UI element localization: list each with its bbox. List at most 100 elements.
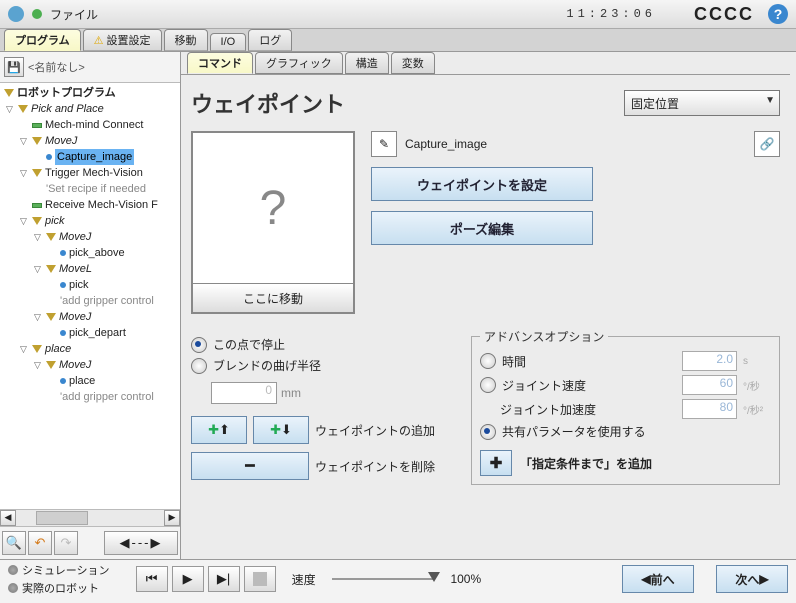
tree-movej-4: MoveJ — [46, 357, 180, 373]
real-dot-icon — [8, 583, 18, 593]
plus-down-icon: ✚ — [270, 422, 281, 438]
tab-io[interactable]: I/O — [210, 33, 247, 51]
plus-icon: ✚ — [490, 454, 503, 472]
move-icon — [32, 137, 42, 145]
file-menu[interactable]: ファイル — [50, 6, 98, 23]
tree-hscrollbar[interactable]: ◀ ▶ — [0, 509, 180, 526]
stop-here-label: この点で停止 — [213, 336, 285, 353]
time-unit: s — [743, 356, 771, 367]
primary-tab-row: プログラム ⚠設置設定 移動 I/O ログ — [0, 29, 796, 52]
shared-params-label: 共有パラメータを使用する — [502, 423, 771, 440]
tab-log[interactable]: ログ — [248, 29, 292, 51]
link-icon: 🔗 — [760, 137, 775, 151]
undo-button[interactable]: ↶ — [28, 531, 52, 555]
position-type-value: 固定位置 — [631, 95, 679, 112]
add-until-button[interactable]: ✚ — [480, 450, 512, 476]
help-icon[interactable]: ? — [768, 4, 788, 24]
waypoint-icon — [46, 154, 52, 160]
waypoint-icon — [60, 330, 66, 336]
delete-waypoint-button[interactable]: ━ — [191, 452, 309, 480]
scroll-right-icon[interactable]: ▶ — [164, 510, 180, 526]
joint-speed-unit: °/秒 — [743, 378, 771, 393]
blend-radius-radio[interactable] — [191, 358, 207, 374]
shared-params-radio[interactable] — [480, 424, 496, 440]
scroll-left-icon[interactable]: ◀ — [0, 510, 16, 526]
tree-capture-image: Capture_image — [46, 149, 180, 165]
stop-button[interactable] — [244, 566, 276, 592]
add-waypoint-before-button[interactable]: ✚⬆ — [191, 416, 247, 444]
reorder-button[interactable]: ◀---▶ — [104, 531, 178, 555]
program-icon — [4, 89, 14, 97]
joint-speed-input[interactable]: 60 — [682, 375, 737, 395]
link-button[interactable]: 🔗 — [754, 131, 780, 157]
tree-set-recipe: 'Set recipe if needed — [46, 181, 180, 197]
move-here-button[interactable]: ここに移動 — [193, 283, 353, 312]
rename-button[interactable]: ✎ — [371, 131, 397, 157]
tree-grip2: 'add gripper control — [60, 389, 180, 405]
subtab-command[interactable]: コマンド — [187, 52, 253, 74]
tree-grip1: 'add gripper control — [60, 293, 180, 309]
tree-toolbar: 🔍 ↶ ↷ ◀---▶ — [0, 526, 180, 559]
tab-program[interactable]: プログラム — [4, 29, 81, 51]
tab-installation[interactable]: ⚠設置設定 — [83, 29, 162, 51]
step-icon — [32, 203, 42, 208]
scroll-thumb[interactable] — [36, 511, 88, 525]
waypoint-preview: ? ここに移動 — [191, 131, 355, 314]
joint-speed-radio[interactable] — [480, 377, 496, 393]
time-radio[interactable] — [480, 353, 496, 369]
set-waypoint-button[interactable]: ウェイポイントを設定 — [371, 167, 593, 201]
prev-button[interactable]: ◀ 前へ — [622, 565, 694, 593]
speed-value: 100% — [450, 572, 481, 586]
edit-pose-button[interactable]: ポーズ編集 — [371, 211, 593, 245]
step-button[interactable]: ▶| — [208, 566, 240, 592]
advanced-legend: アドバンスオプション — [480, 328, 608, 345]
waypoint-icon — [60, 250, 66, 256]
search-button[interactable]: 🔍 — [2, 531, 26, 555]
subtab-graphics[interactable]: グラフィック — [255, 52, 343, 74]
waypoint-icon — [60, 378, 66, 384]
step-icon: ▶| — [217, 571, 230, 587]
plus-up-icon: ✚ — [208, 422, 219, 438]
real-robot-mode[interactable]: 実際のロボット — [22, 580, 99, 596]
rewind-button[interactable]: ⏮ — [136, 566, 168, 592]
pencil-icon: ✎ — [379, 137, 389, 151]
move-icon — [46, 233, 56, 241]
blend-radius-input[interactable]: 0 — [211, 382, 277, 404]
simulation-mode[interactable]: シミュレーション — [22, 562, 110, 578]
program-tree[interactable]: ロボットプログラム Pick and Place Mech-mind Conne… — [0, 83, 180, 509]
tree-trigger: Trigger Mech-Vision — [32, 165, 180, 181]
joint-speed-label: ジョイント速度 — [502, 377, 676, 394]
tree-place-root: place — [32, 341, 180, 357]
play-button[interactable]: ▶ — [172, 566, 204, 592]
waypoint-name: Capture_image — [405, 137, 487, 151]
position-type-select[interactable]: 固定位置 — [624, 90, 780, 116]
top-right-text: CCCC — [694, 4, 754, 25]
program-tree-pane: 💾 <名前なし> ロボットプログラム Pick and Place Mech-m… — [0, 52, 181, 559]
clock: 11:23:06 — [566, 7, 656, 21]
redo-button[interactable]: ↷ — [54, 531, 78, 555]
stop-here-radio[interactable] — [191, 337, 207, 353]
joint-accel-input[interactable]: 80 — [682, 399, 737, 419]
stop-blend-panel: この点で停止 ブレンドの曲げ半径 0 mm ✚⬆ ✚⬇ ウェイポイントの追加 ━… — [191, 332, 451, 485]
subtab-structure[interactable]: 構造 — [345, 52, 389, 74]
tree-movej-1: MoveJ — [32, 133, 180, 149]
ur-logo-icon — [8, 6, 24, 22]
save-icon[interactable]: 💾 — [4, 57, 24, 77]
play-icon: ▶ — [183, 571, 193, 587]
subtab-variables[interactable]: 変数 — [391, 52, 435, 74]
add-waypoint-after-button[interactable]: ✚⬇ — [253, 416, 309, 444]
add-until-label: 「指定条件まで」を追加 — [520, 455, 652, 472]
folder-icon — [18, 105, 28, 113]
tree-movel-1: MoveL — [46, 261, 180, 277]
speed-slider[interactable] — [332, 578, 435, 580]
tree-movej-2: MoveJ — [46, 229, 180, 245]
tree-pick-root: pick — [32, 213, 180, 229]
joint-accel-label: ジョイント加速度 — [500, 401, 676, 418]
minus-icon: ━ — [245, 456, 255, 476]
time-input[interactable]: 2.0 — [682, 351, 737, 371]
folder-icon — [32, 345, 42, 353]
move-icon — [46, 361, 56, 369]
tab-move[interactable]: 移動 — [164, 29, 208, 51]
next-button[interactable]: 次へ ▶ — [716, 565, 788, 593]
slider-thumb-icon[interactable] — [428, 572, 440, 582]
